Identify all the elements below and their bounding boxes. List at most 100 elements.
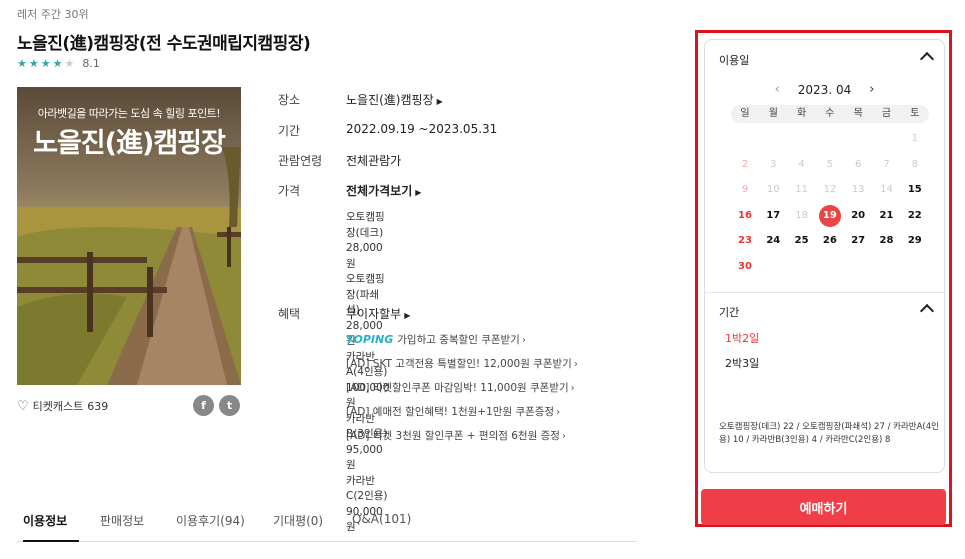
tab-sales-info[interactable]: 판매정보 — [100, 512, 144, 542]
tab-qna[interactable]: Q&A(101) — [352, 512, 411, 542]
calendar-day[interactable]: 21 — [873, 207, 901, 225]
date-section-title: 이용일 — [719, 54, 750, 67]
weekday-label: 수 — [825, 108, 835, 119]
benefit-label: 혜택 — [278, 307, 301, 321]
calendar-day[interactable]: 23 — [731, 232, 759, 250]
share-buttons: f t — [193, 395, 240, 416]
tab-reviews[interactable]: 이용후기(94) — [176, 512, 245, 542]
installment-link[interactable]: 무이자할부 ▶ — [346, 305, 410, 322]
poster-image: 아라뱃길을 따라가는 도심 속 힐링 포인트! 노을진(進)캠핑장 — [17, 87, 241, 385]
star-empty-icon: ★ — [64, 57, 75, 70]
page-title: 노을진(進)캠핑장(전 수도권매립지캠핑장) — [17, 34, 311, 54]
tab-usage-info[interactable]: 이용정보 — [23, 512, 79, 542]
divider — [705, 292, 944, 293]
benefit-item[interactable]: TOPING 가입하고 중복할인 쿠폰받기 › — [346, 332, 578, 356]
remaining-seats: 오토캠핑장(데크) 22 / 오토캠핑장(파쇄석) 27 / 카라반A(4인용)… — [719, 422, 939, 445]
triangle-right-icon: ▶ — [415, 188, 422, 197]
age-label: 관람연령 — [278, 154, 323, 168]
calendar-day: 11 — [795, 184, 808, 195]
all-prices-label: 전체가격보기 — [346, 184, 413, 198]
weekday-label: 일 — [740, 108, 750, 119]
benefit-text: 가입하고 중복할인 쿠폰받기 — [397, 334, 520, 346]
chevron-right-icon: › — [556, 407, 561, 418]
age-value: 전체관람가 — [346, 154, 402, 168]
star-icon: ★ — [52, 57, 63, 70]
chevron-right-icon: › — [573, 359, 578, 370]
weekday-label: 화 — [796, 108, 807, 119]
period-option[interactable]: 1박2일 — [725, 330, 759, 346]
calendar-day[interactable]: 25 — [788, 232, 816, 250]
benefit-list: TOPING 가입하고 중복할인 쿠폰받기 › [AD] SKT 고객전용 특별할인… — [346, 332, 578, 452]
weekday-label: 목 — [853, 108, 863, 119]
benefit-text: [AD] SKT 고객전용 특별할인! 12,000원 쿠폰받기 — [346, 358, 572, 370]
facebook-icon[interactable]: f — [193, 395, 214, 416]
place-label: 장소 — [278, 93, 301, 107]
price-item: 오토캠핑장(데크) 28,000원 — [346, 211, 385, 270]
calendar-day[interactable]: 15 — [901, 181, 929, 199]
calendar-day: 14 — [880, 184, 893, 195]
calendar-day: 1 — [911, 133, 918, 144]
chevron-right-icon: › — [561, 431, 566, 442]
rating-score: 8.1 — [82, 57, 100, 70]
benefit-item[interactable]: [AD] 티켓 3천원 할인쿠폰 + 편의점 6천원 증정 › — [346, 428, 578, 452]
all-prices-link[interactable]: 전체가격보기 ▶ — [346, 182, 421, 199]
calendar-day[interactable]: 29 — [901, 232, 929, 250]
chevron-up-icon[interactable] — [919, 303, 935, 319]
rating: ★ ★ ★ ★ ★ 8.1 — [17, 57, 100, 70]
ticketcast-label: 티켓캐스트 — [32, 400, 84, 413]
weekday-label: 금 — [881, 108, 892, 119]
calendar-day: 18 — [795, 209, 808, 221]
calendar-day[interactable]: 26 — [816, 232, 844, 250]
book-button[interactable]: 예매하기 — [701, 489, 946, 525]
benefit-text: [AD] 티켓할인쿠폰 마감임박! 11,000원 쿠폰받기 — [346, 382, 569, 394]
benefit-item[interactable]: [AD] SKT 고객전용 특별할인! 12,000원 쿠폰받기 › — [346, 356, 578, 380]
weekly-rank: 레저 주간 30위 — [17, 8, 89, 21]
chevron-right-icon: › — [570, 383, 575, 394]
benefit-item[interactable]: [AD] 예매전 할인혜택! 1천원+1만원 쿠폰증정 › — [346, 404, 578, 428]
calendar-day[interactable]: 30 — [731, 258, 759, 276]
calendar-day[interactable]: 17 — [759, 207, 787, 225]
toping-logo: TOPING — [346, 333, 394, 346]
period-option[interactable]: 2박3일 — [725, 355, 759, 371]
calendar-day[interactable]: 16 — [731, 207, 759, 225]
ticketcast[interactable]: ♡ 티켓캐스트 639 — [17, 398, 108, 414]
weekday-label: 월 — [768, 108, 778, 119]
detail-tabs: 이용정보 판매정보 이용후기(94) 기대평(0) Q&A(101) — [17, 512, 637, 542]
poster-headline: 노을진(進)캠핑장 — [33, 128, 226, 159]
calendar-day: 13 — [851, 184, 865, 195]
calendar-day: 8 — [911, 158, 918, 170]
benefit-text: [AD] 티켓 3천원 할인쿠폰 + 편의점 6천원 증정 — [346, 430, 560, 442]
benefit-item[interactable]: [AD] 티켓할인쿠폰 마감임박! 11,000원 쿠폰받기 › — [346, 380, 578, 404]
place-link[interactable]: 노을진(進)캠핑장 ▶ — [346, 91, 443, 108]
star-icon: ★ — [28, 57, 39, 70]
star-icon: ★ — [17, 57, 27, 70]
weekday-label: 토 — [910, 108, 920, 119]
current-month: 2023. 04 — [797, 82, 852, 97]
calendar-day[interactable]: 19 — [816, 207, 844, 225]
calendar-day: 7 — [883, 158, 890, 170]
poster-subtitle: 아라뱃길을 따라가는 도심 속 힐링 포인트! — [37, 107, 221, 120]
heart-icon[interactable]: ♡ — [17, 399, 29, 414]
calendar-day: 10 — [766, 184, 780, 195]
calendar-day[interactable]: 20 — [844, 207, 872, 225]
next-month-icon[interactable]: › — [869, 82, 874, 97]
star-icon: ★ — [40, 57, 51, 70]
period-value: 2022.09.19 ~2023.05.31 — [346, 122, 498, 136]
chevron-up-icon[interactable] — [919, 51, 935, 67]
triangle-right-icon: ▶ — [436, 97, 443, 106]
calendar-day: 12 — [823, 184, 837, 195]
prev-month-icon[interactable]: ‹ — [775, 82, 780, 97]
calendar-day[interactable]: 24 — [759, 232, 787, 250]
installment-label: 무이자할부 — [346, 307, 402, 321]
period-section-title: 기간 — [719, 306, 740, 319]
booking-card: 이용일 ‹ 2023. 04 › 일 월 화 수 목 금 토 1 2 3 4 5 6 7 8 9 10 11 12 1… — [704, 39, 945, 473]
benefit-text: [AD] 예매전 할인혜택! 1천원+1만원 쿠폰증정 — [346, 406, 555, 418]
twitter-icon[interactable]: t — [219, 395, 240, 416]
booking-panel: 이용일 ‹ 2023. 04 › 일 월 화 수 목 금 토 1 2 3 4 5 6 7 8 9 10 11 12 1… — [695, 30, 952, 527]
chevron-right-icon: › — [521, 335, 526, 346]
tab-expectations[interactable]: 기대평(0) — [273, 512, 323, 542]
calendar-day[interactable]: 27 — [844, 232, 872, 250]
calendar-day[interactable]: 28 — [873, 232, 901, 250]
calendar-day[interactable]: 22 — [901, 207, 929, 225]
period-label: 기간 — [278, 124, 301, 138]
